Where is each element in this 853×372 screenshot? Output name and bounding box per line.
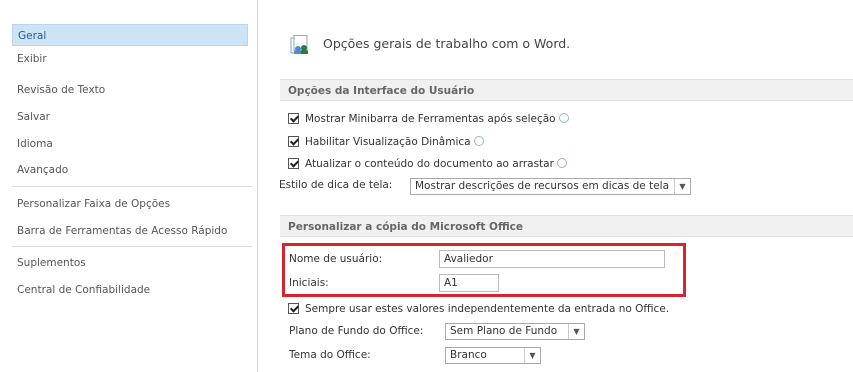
info-icon: [558, 113, 569, 123]
option-update-drag[interactable]: Atualizar o conteúdo do documento ao arr…: [288, 155, 567, 173]
background-select-value: Sem Plano de Fundo: [450, 325, 558, 337]
checkbox-checked-icon[interactable]: [288, 112, 299, 124]
option-live-preview-label: Habilitar Visualização Dinâmica: [305, 136, 471, 148]
sidebar-item-exibir[interactable]: Exibir: [12, 48, 248, 70]
screentip-select[interactable]: Mostrar descrições de recursos em dicas …: [410, 178, 691, 195]
chevron-down-icon[interactable]: ▼: [674, 179, 690, 194]
checkbox-checked-icon[interactable]: [288, 157, 299, 169]
options-sidebar: Geral Exibir Revisão de Texto Salvar Idi…: [0, 0, 258, 372]
sidebar-item-salvar[interactable]: Salvar: [12, 106, 248, 128]
theme-label: Tema do Office:: [289, 349, 371, 361]
option-live-preview[interactable]: Habilitar Visualização Dinâmica: [288, 133, 484, 151]
option-always-use[interactable]: Sempre usar estes valores independenteme…: [288, 300, 669, 318]
theme-select-value: Branco: [450, 349, 487, 361]
checkbox-checked-icon[interactable]: [288, 302, 299, 314]
sidebar-item-avancado[interactable]: Avançado: [12, 159, 248, 181]
highlight-box: [282, 243, 686, 297]
info-icon: [556, 158, 567, 168]
background-label: Plano de Fundo do Office:: [289, 325, 424, 337]
sidebar-item-suplementos[interactable]: Suplementos: [12, 252, 248, 274]
options-main-panel: Opções gerais de trabalho com o Word. Op…: [259, 0, 853, 372]
section-personalize: Personalizar a cópia do Microsoft Office: [280, 215, 853, 237]
option-minibar-label: Mostrar Minibarra de Ferramentas após se…: [305, 113, 556, 125]
screentip-select-value: Mostrar descrições de recursos em dicas …: [415, 180, 670, 192]
page-title: Opções gerais de trabalho com o Word.: [323, 36, 571, 51]
sidebar-item-revisao[interactable]: Revisão de Texto: [12, 79, 248, 101]
sidebar-item-geral[interactable]: Geral: [12, 24, 248, 46]
checkbox-checked-icon[interactable]: [288, 135, 299, 147]
sidebar-divider: [12, 186, 252, 187]
section-ui-options: Opções da Interface do Usuário: [280, 79, 853, 101]
info-icon: [473, 136, 484, 146]
option-update-drag-label: Atualizar o conteúdo do documento ao arr…: [305, 158, 554, 170]
sidebar-item-personalizar-faixa[interactable]: Personalizar Faixa de Opções: [12, 193, 248, 215]
sidebar-item-acesso-rapido[interactable]: Barra de Ferramentas de Acesso Rápido: [12, 220, 248, 242]
sidebar-item-idioma[interactable]: Idioma: [12, 133, 248, 155]
background-select[interactable]: Sem Plano de Fundo ▼: [445, 323, 585, 340]
theme-select[interactable]: Branco ▼: [445, 347, 541, 364]
option-always-use-label: Sempre usar estes valores independenteme…: [305, 303, 670, 315]
sidebar-item-central-confiabilidade[interactable]: Central de Confiabilidade: [12, 279, 248, 301]
chevron-down-icon[interactable]: ▼: [524, 348, 540, 363]
sidebar-divider: [12, 246, 252, 247]
chevron-down-icon[interactable]: ▼: [568, 324, 584, 339]
general-settings-icon: [290, 35, 308, 54]
screentip-label: Estilo de dica de tela:: [279, 179, 393, 191]
option-minibar[interactable]: Mostrar Minibarra de Ferramentas após se…: [288, 110, 569, 128]
